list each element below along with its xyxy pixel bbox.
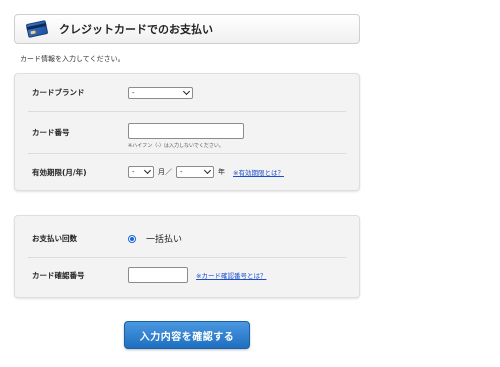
security-code-row: カード確認番号 ※カード確認番号とは？ [28, 258, 346, 292]
card-number-input[interactable] [128, 122, 244, 139]
card-brand-row: カードブランド - [28, 74, 346, 112]
radio-selected-dot [130, 236, 134, 241]
payment-page: クレジットカードでのお支払い カード情報を入力してください。 カードブランド -… [0, 0, 500, 367]
instruction-text: カード情報を入力してください。 [20, 55, 125, 63]
expiry-label: 有効期限(月/年) [32, 167, 87, 177]
card-number-field-group: ※ハイフン（-）は入力しないでください。 [128, 122, 244, 149]
card-brand-value: - [132, 88, 135, 97]
installments-row: お支払い回数 一括払い [28, 216, 346, 258]
security-code-help-link[interactable]: ※カード確認番号とは？ [196, 270, 266, 280]
payment-header: クレジットカードでのお支払い [14, 14, 360, 44]
card-number-row: カード番号 ※ハイフン（-）は入力しないでください。 [28, 112, 346, 154]
expiry-help-link[interactable]: ※有効期限とは？ [233, 167, 284, 177]
chevron-down-icon [143, 166, 152, 175]
expiry-month-select[interactable]: - [128, 166, 154, 178]
page-title: クレジットカードでのお支払い [59, 23, 213, 36]
installments-option-label[interactable]: 一括払い [146, 232, 182, 245]
chevron-down-icon [203, 166, 212, 175]
card-info-panel: カードブランド - カード番号 ※ハイフン（-）は入力しないでください。 有効期… [14, 73, 360, 191]
installments-label: お支払い回数 [32, 234, 77, 243]
security-code-input[interactable] [128, 267, 188, 283]
card-brand-label: カードブランド [32, 88, 85, 97]
card-number-label: カード番号 [32, 128, 70, 137]
confirm-button[interactable]: 入力内容を確認する [124, 321, 250, 349]
installments-radio[interactable] [128, 234, 136, 243]
card-brand-select[interactable]: - [128, 86, 193, 99]
expiry-year-unit: 年 [218, 168, 225, 176]
expiry-year-select[interactable]: - [176, 166, 214, 178]
credit-card-icon [25, 20, 49, 38]
expiry-month-value: - [132, 168, 135, 176]
expiry-month-unit: 月／ [158, 168, 172, 176]
security-code-label: カード確認番号 [32, 270, 85, 280]
expiry-row: 有効期限(月/年) - 月／ - 年 ※有効期限とは？ [28, 154, 346, 190]
expiry-year-value: - [180, 168, 183, 176]
chevron-down-icon [182, 87, 191, 95]
payment-options-panel: お支払い回数 一括払い カード確認番号 ※カード確認番号とは？ [14, 215, 360, 298]
card-number-note: ※ハイフン（-）は入力しないでください。 [128, 142, 224, 149]
